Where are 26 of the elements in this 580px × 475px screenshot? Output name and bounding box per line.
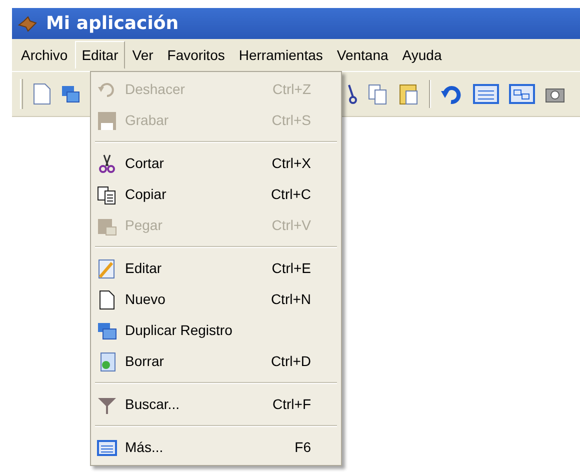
menu-option[interactable]: Copiar [125,184,263,205]
menu-item[interactable]: Ver [125,41,160,69]
menu-item[interactable]: Editar [74,41,126,69]
window-title: Mi aplicación [46,12,179,36]
menu-option[interactable]: Buscar... [125,394,264,415]
shortcut-label: Ctrl+X [272,154,311,173]
menu-item[interactable]: Herramientas [232,41,330,69]
menu-item[interactable]: Ventana [330,41,396,69]
menu-item[interactable]: Favoritos [160,41,232,69]
shortcut-label: F6 [294,438,311,457]
menu-item[interactable]: Ayuda [395,41,449,69]
shortcut-label: Ctrl+F [272,395,311,414]
menu-option[interactable]: Duplicar Registro [125,320,311,341]
menu-option[interactable]: Cortar [125,153,264,174]
shortcut-label: Ctrl+N [270,290,311,309]
menu-option[interactable]: Más... [125,437,287,458]
shortcut-label: Ctrl+S [272,111,311,130]
shortcut-label: Ctrl+C [270,185,311,204]
shortcut-label: Ctrl+Z [272,80,311,99]
shortcut-label: Ctrl+D [270,352,311,371]
shortcut-label: Ctrl+V [272,216,311,235]
menu-option[interactable]: Nuevo [125,289,263,310]
shortcut-label: Ctrl+E [272,259,311,278]
menu-item[interactable]: Archivo [14,41,75,69]
menu-option[interactable]: Editar [125,258,264,279]
menu-option[interactable]: Borrar [125,351,263,372]
